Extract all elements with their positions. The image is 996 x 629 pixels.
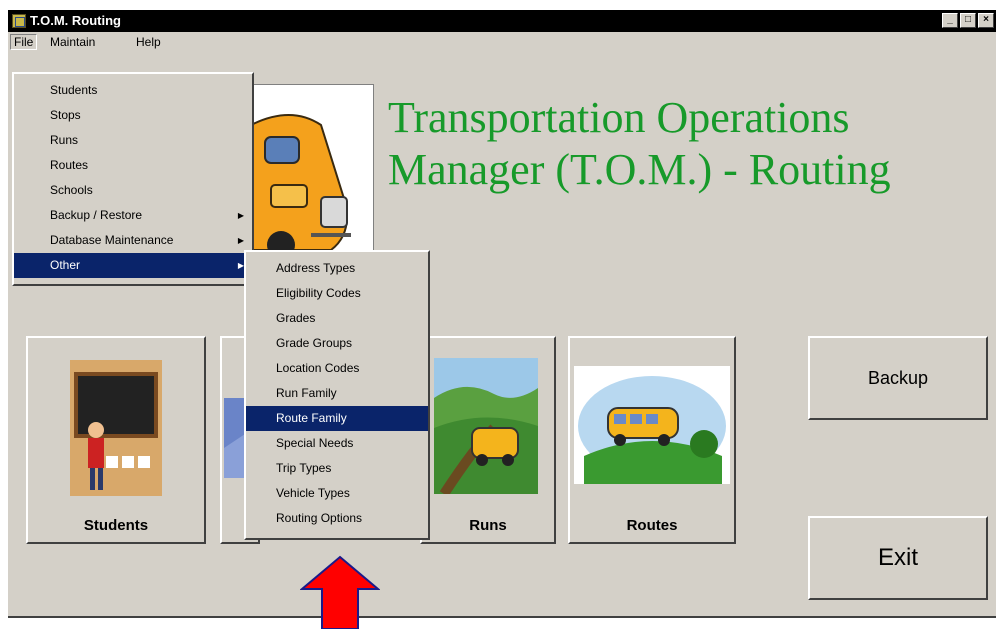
menu-item-routes[interactable]: Routes [14,153,252,178]
routes-image [574,366,730,484]
menu-item-schools[interactable]: Schools [14,178,252,203]
menu-item-label: Backup / Restore [50,208,143,222]
runs-tile[interactable]: Runs [420,336,556,544]
submenu-item-grade-groups[interactable]: Grade Groups [246,331,428,356]
routes-tile[interactable]: Routes [568,336,736,544]
window-title: T.O.M. Routing [30,13,121,28]
menu-file[interactable]: File [10,34,38,50]
file-menu: Students Stops Runs Routes Schools Backu… [12,72,254,286]
maximize-button[interactable]: □ [960,13,976,28]
submenu-item-grades[interactable]: Grades [246,306,428,331]
banner-line-1: Transportation Operations [388,93,850,142]
red-arrow-up-icon [300,555,380,629]
submenu-item-routing-options[interactable]: Routing Options [246,506,428,531]
submenu-item-vehicle-types[interactable]: Vehicle Types [246,481,428,506]
menu-item-label: Students [50,83,98,97]
submenu-item-route-family[interactable]: Route Family [246,406,428,431]
exit-button[interactable]: Exit [808,516,988,600]
submenu-item-special-needs[interactable]: Special Needs [246,431,428,456]
students-image [70,360,162,496]
menu-item-label: Schools [50,183,93,197]
menu-bar: File Maintain Help [8,32,996,52]
menu-item-backup-restore[interactable]: Backup / Restore ▶ [14,203,252,228]
close-button[interactable]: × [978,13,994,28]
menu-item-label: Other [50,258,81,272]
menu-maintain[interactable]: Maintain [46,34,99,50]
submenu-item-trip-types[interactable]: Trip Types [246,456,428,481]
menu-item-other[interactable]: Other ▶ [14,253,252,278]
runs-image [434,358,538,497]
school-bus-logo [250,84,374,258]
menu-item-label: Stops [50,108,81,122]
title-bar[interactable]: T.O.M. Routing _ □ × [8,10,996,32]
menu-item-label: Database Maintenance [50,233,174,247]
menu-help[interactable]: Help [132,34,165,50]
submenu-item-run-family[interactable]: Run Family [246,381,428,406]
students-tile[interactable]: Students [26,336,206,544]
app-icon [12,14,26,28]
menu-item-database-maintenance[interactable]: Database Maintenance ▶ [14,228,252,253]
menu-item-students[interactable]: Students [14,78,252,103]
runs-tile-label: Runs [469,517,507,534]
other-submenu: Address Types Eligibility Codes Grades G… [244,250,430,540]
submenu-item-address-types[interactable]: Address Types [246,256,428,281]
minimize-button[interactable]: _ [942,13,958,28]
backup-button[interactable]: Backup [808,336,988,420]
menu-item-runs[interactable]: Runs [14,128,252,153]
app-banner: Transportation Operations Manager (T.O.M… [388,92,891,196]
menu-item-stops[interactable]: Stops [14,103,252,128]
app-window: T.O.M. Routing _ □ × File Maintain Help … [8,10,996,618]
submenu-arrow-icon: ▶ [237,211,244,220]
menu-item-label: Runs [50,133,79,147]
menu-item-label: Routes [50,158,89,172]
routes-tile-label: Routes [626,517,678,534]
submenu-item-eligibility-codes[interactable]: Eligibility Codes [246,281,428,306]
students-tile-label: Students [83,517,149,534]
banner-line-2: Manager (T.O.M.) - Routing [388,145,891,194]
submenu-item-location-codes[interactable]: Location Codes [246,356,428,381]
